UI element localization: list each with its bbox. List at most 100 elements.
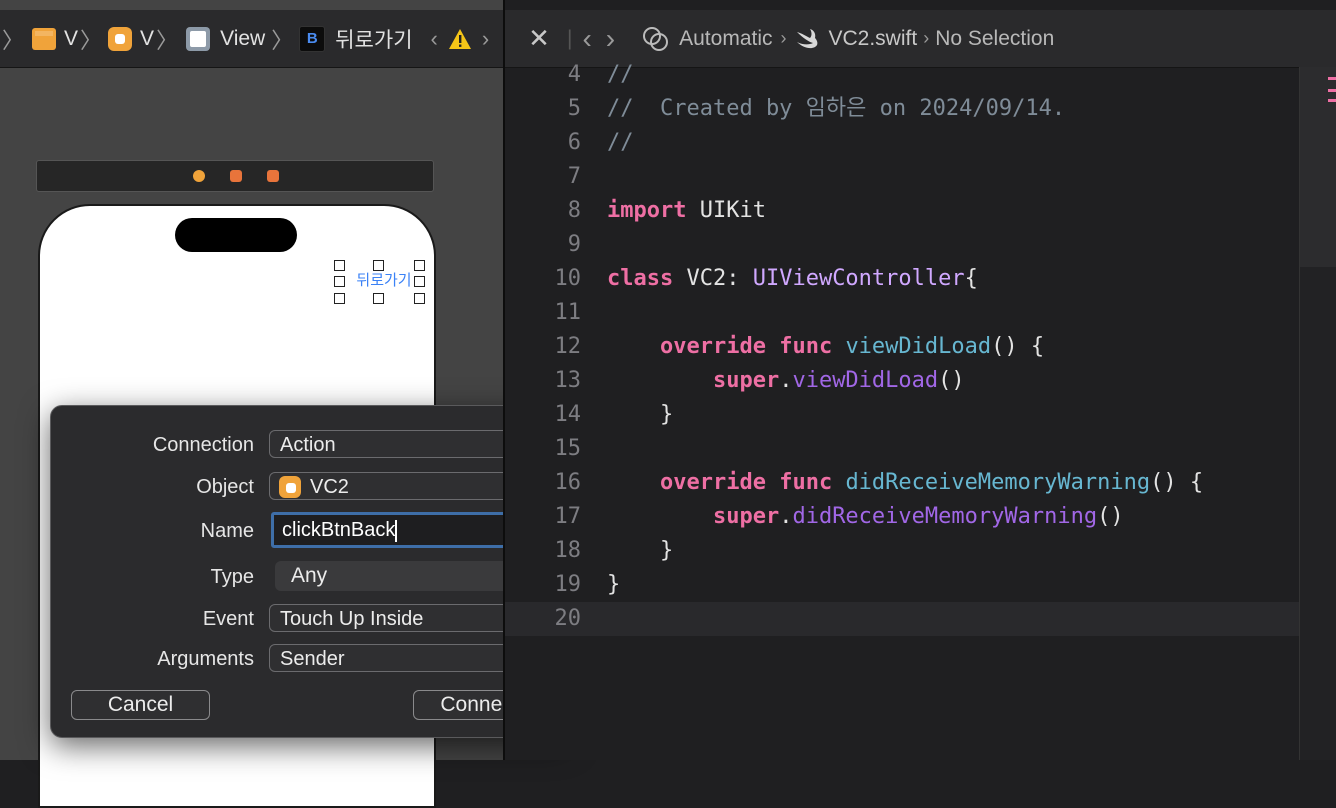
code-line[interactable]: 5 // Created by 임하은 on 2024/09/14. <box>505 92 1300 126</box>
view-controller-icon <box>108 26 133 51</box>
resize-handle[interactable] <box>414 260 425 271</box>
code-line[interactable]: 19} <box>505 568 1300 602</box>
code-editor-pane: ✕ | ‹ › Automatic › VC2.swift › No Selec… <box>505 0 1336 760</box>
code-line[interactable]: 16 override func didReceiveMemoryWarning… <box>505 466 1300 500</box>
cancel-button[interactable]: Cancel <box>71 690 210 720</box>
resize-handle[interactable] <box>334 293 345 304</box>
resize-handle[interactable] <box>334 260 345 271</box>
code-text: } <box>607 402 674 427</box>
connection-label: Connection <box>152 434 254 456</box>
line-number: 20 <box>554 606 582 631</box>
arguments-value: Sender <box>280 648 345 670</box>
related-items-icon[interactable] <box>641 24 671 54</box>
folder-icon <box>32 27 57 50</box>
chevron-right-icon: 〉 <box>80 27 103 53</box>
object-label: Object <box>196 476 254 498</box>
resize-handle[interactable] <box>334 276 345 287</box>
code-line[interactable]: 11 <box>505 296 1300 330</box>
code-text: } <box>607 538 674 563</box>
text-cursor <box>395 519 398 542</box>
type-label: Type <box>210 566 254 588</box>
line-number: 7 <box>567 164 581 189</box>
code-line[interactable]: 8 import UIKit <box>505 194 1300 228</box>
line-number: 12 <box>554 334 582 359</box>
exit-icon[interactable] <box>267 170 279 182</box>
event-label: Event <box>202 608 254 630</box>
code-text: override func didReceiveMemoryWarning() … <box>659 470 1204 495</box>
scene-dock[interactable] <box>36 160 434 192</box>
code-line[interactable]: 14 } <box>505 398 1300 432</box>
code-text: class VC2: UIViewController{ <box>607 266 978 291</box>
crumb-selection[interactable]: No Selection <box>935 27 1054 51</box>
arguments-label: Arguments <box>157 648 254 670</box>
breadcrumb-item[interactable]: V <box>64 27 78 51</box>
resize-handle[interactable] <box>414 293 425 304</box>
source-editor[interactable]: 4 // 5 // Created by 임하은 on 2024/09/14. 6 // 7… <box>505 58 1300 760</box>
line-number: 18 <box>554 538 582 563</box>
line-number: 9 <box>567 232 581 257</box>
chevron-right-icon: 〉 <box>271 27 294 53</box>
chevron-right-icon: 〉 <box>2 27 25 53</box>
close-icon[interactable]: ✕ <box>525 23 553 54</box>
resize-handle[interactable] <box>414 276 425 287</box>
code-line[interactable]: 13 super.viewDidLoad() <box>505 364 1300 398</box>
storyboard-jump-bar: 〉 V 〉 V 〉 View 〉 B 뒤로가기 ‹ › <box>0 10 503 68</box>
connection-value: Action <box>280 434 336 456</box>
line-number: 11 <box>554 300 582 325</box>
line-number: 8 <box>567 198 581 223</box>
code-text: super.viewDidLoad() <box>712 368 965 393</box>
view-icon <box>186 26 211 51</box>
code-text: override func viewDidLoad() { <box>659 334 1045 359</box>
line-number: 4 <box>567 62 581 87</box>
name-value: clickBtnBack <box>282 519 396 541</box>
code-line[interactable]: 4 // <box>505 58 1300 92</box>
crumb-automatic[interactable]: Automatic <box>679 27 772 51</box>
code-line[interactable]: 10 class VC2: UIViewController{ <box>505 262 1300 296</box>
breadcrumb-item[interactable]: V <box>140 27 154 51</box>
code-line[interactable]: 9 <box>505 228 1300 262</box>
code-line[interactable]: 15 <box>505 432 1300 466</box>
back-icon[interactable]: ‹ <box>582 23 591 55</box>
type-value: Any <box>291 564 328 587</box>
view-controller-icon[interactable] <box>193 170 205 182</box>
resize-handle[interactable] <box>373 260 384 271</box>
code-line[interactable]: 20 <box>505 602 1300 636</box>
swift-icon <box>796 28 817 48</box>
minimap[interactable] <box>1299 67 1336 760</box>
code-text: // <box>607 130 634 155</box>
code-line[interactable]: 17 super.didReceiveMemoryWarning() <box>505 500 1300 534</box>
line-number: 6 <box>567 130 581 155</box>
chevron-right-icon: › <box>923 28 930 48</box>
line-number: 13 <box>554 368 582 393</box>
resize-handle[interactable] <box>373 293 384 304</box>
code-line[interactable]: 18 } <box>505 534 1300 568</box>
breadcrumb-item-button[interactable]: 뒤로가기 <box>335 24 412 54</box>
separator: | <box>567 26 573 50</box>
code-line[interactable]: 6 // <box>505 126 1300 160</box>
first-responder-icon[interactable] <box>230 170 242 182</box>
line-number: 19 <box>554 572 582 597</box>
line-number: 10 <box>554 266 582 291</box>
crumb-file[interactable]: VC2.swift <box>829 27 918 51</box>
breadcrumb-item-view[interactable]: View <box>220 27 265 51</box>
chevron-right-icon: 〉 <box>156 27 179 53</box>
view-controller-icon <box>279 476 301 498</box>
issue-previous-icon[interactable]: ‹ <box>431 26 438 52</box>
back-button[interactable]: 뒤로가기 <box>344 266 424 294</box>
issue-next-icon[interactable]: › <box>482 26 489 52</box>
code-line[interactable]: 12 override func viewDidLoad() { <box>505 330 1300 364</box>
event-value: Touch Up Inside <box>280 608 424 630</box>
code-text: // <box>607 62 634 87</box>
line-number: 15 <box>554 436 582 461</box>
connection-popover: Connection Action ⌃⌄ Object VC2 ⌃⌄ Name … <box>50 405 568 738</box>
line-number: 5 <box>567 96 581 121</box>
chevron-right-icon: › <box>780 28 787 48</box>
warning-icon[interactable] <box>448 28 472 50</box>
line-number: 14 <box>554 402 582 427</box>
code-text: import UIKit <box>607 198 766 223</box>
minimap-mark <box>1328 89 1336 92</box>
code-line[interactable]: 7 <box>505 160 1300 194</box>
forward-icon[interactable]: › <box>606 23 615 55</box>
line-number: 17 <box>554 504 582 529</box>
minimap-viewport[interactable] <box>1300 67 1336 267</box>
